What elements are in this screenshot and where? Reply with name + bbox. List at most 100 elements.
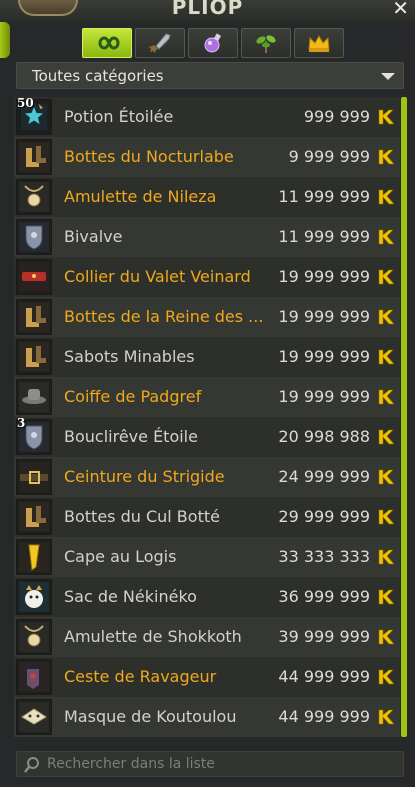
list-item[interactable]: Sabots Minables 19 999 999	[14, 337, 400, 377]
item-price: 999 999	[303, 107, 370, 126]
item-name: Ceste de Ravageur	[64, 667, 217, 686]
tab-resources[interactable]	[241, 28, 291, 58]
item-name: Bottes du Nocturlabe	[64, 147, 234, 166]
item-name: Sac de Nékinéko	[64, 587, 197, 606]
item-price: 11 999 999	[278, 187, 370, 206]
boots-icon	[19, 502, 49, 532]
amulet-icon	[19, 182, 49, 212]
tab-premium[interactable]	[294, 28, 344, 58]
chevron-down-icon	[381, 73, 395, 80]
tab-consumables[interactable]	[188, 28, 238, 58]
crown-icon	[308, 34, 330, 52]
tab-all[interactable]	[82, 28, 132, 58]
item-thumbnail	[16, 539, 52, 575]
item-thumbnail	[16, 459, 52, 495]
list-item[interactable]: Amulette de Shokkoth 39 999 999	[14, 617, 400, 657]
kama-icon	[376, 228, 395, 246]
item-name: Ceinture du Strigide	[64, 467, 225, 486]
kama-icon	[376, 148, 395, 166]
sword-icon	[149, 33, 171, 53]
list-item[interactable]: Masque de Koutoulou 44 999 999	[14, 697, 400, 737]
item-name: Bottes de la Reine des ...	[64, 307, 264, 326]
list-item[interactable]: 50 Potion Étoilée 999 999	[14, 97, 400, 137]
category-tabs	[82, 28, 344, 60]
kama-icon	[376, 708, 395, 726]
search-input[interactable]	[47, 753, 397, 775]
list-item[interactable]: Bottes du Cul Botté 29 999 999	[14, 497, 400, 537]
amulet-icon	[19, 622, 49, 652]
item-name: Masque de Koutoulou	[64, 707, 237, 726]
list-item[interactable]: Ceste de Ravageur 44 999 999	[14, 657, 400, 697]
cape-icon	[19, 542, 49, 572]
kama-icon	[376, 468, 395, 486]
item-price: 44 999 999	[278, 707, 370, 726]
mask-icon	[19, 702, 49, 732]
item-quantity: 3	[17, 416, 26, 430]
collar-icon	[19, 262, 49, 292]
item-thumbnail	[16, 259, 52, 295]
list-item[interactable]: 3 Bouclirêve Étoile 20 998 988	[14, 416, 400, 457]
item-name: Amulette de Shokkoth	[64, 627, 242, 646]
list-item[interactable]: Bivalve 11 999 999	[14, 217, 400, 257]
kama-icon	[376, 388, 395, 406]
item-thumbnail	[16, 139, 52, 175]
item-price: 20 998 988	[278, 427, 370, 446]
boots-icon	[19, 342, 49, 372]
plant-icon	[256, 35, 276, 53]
item-name: Sabots Minables	[64, 347, 195, 366]
list-item[interactable]: Ceinture du Strigide 24 999 999	[14, 457, 400, 497]
list-item[interactable]: Bottes du Nocturlabe 9 999 999	[14, 137, 400, 177]
item-thumbnail	[16, 339, 52, 375]
kama-icon	[376, 588, 395, 606]
item-name: Bivalve	[64, 227, 123, 246]
item-list: 50 Potion Étoilée 999 999 Bottes du Nocturl…	[14, 97, 400, 737]
item-name: Bouclirêve Étoile	[64, 427, 198, 446]
kama-icon	[376, 348, 395, 366]
kama-icon	[376, 668, 395, 686]
bag-icon	[19, 582, 49, 612]
item-quantity: 50	[17, 97, 34, 110]
item-name: Collier du Valet Veinard	[64, 267, 251, 286]
item-name: Coiffe de Padgref	[64, 387, 202, 406]
item-price: 39 999 999	[278, 627, 370, 646]
list-item[interactable]: Sac de Nékinéko 36 999 999	[14, 577, 400, 617]
list-item[interactable]: Bottes de la Reine des ... 19 999 999	[14, 297, 400, 337]
tab-equipment[interactable]	[135, 28, 185, 58]
list-item[interactable]: Amulette de Nileza 11 999 999	[14, 177, 400, 217]
list-scrollbar[interactable]	[400, 97, 408, 737]
close-icon[interactable]: ✕	[392, 0, 409, 20]
list-item[interactable]: Collier du Valet Veinard 19 999 999	[14, 257, 400, 297]
search-icon	[24, 757, 39, 773]
scrollbar-thumb[interactable]	[401, 97, 407, 737]
item-price: 36 999 999	[278, 587, 370, 606]
item-price: 24 999 999	[278, 467, 370, 486]
hat-icon	[19, 382, 49, 412]
belt-icon	[19, 462, 49, 492]
kama-icon	[376, 628, 395, 646]
boots-icon	[19, 142, 49, 172]
side-tab-handle[interactable]	[0, 22, 10, 58]
boots-icon	[19, 302, 49, 332]
item-price: 44 999 999	[278, 667, 370, 686]
item-name: Amulette de Nileza	[64, 187, 217, 206]
infinity-icon	[98, 36, 120, 50]
item-price: 19 999 999	[278, 387, 370, 406]
item-thumbnail	[16, 619, 52, 655]
item-thumbnail	[16, 219, 52, 255]
list-item[interactable]: Cape au Logis 33 333 333	[14, 537, 400, 577]
potion-icon	[204, 33, 222, 53]
item-price: 33 333 333	[278, 547, 370, 566]
window-header: PLIOP ✕	[0, 0, 415, 22]
kama-icon	[376, 268, 395, 286]
kama-icon	[376, 508, 395, 526]
category-select[interactable]: Toutes catégories	[16, 62, 404, 89]
item-thumbnail	[16, 299, 52, 335]
item-thumbnail	[16, 579, 52, 615]
window-title: PLIOP	[171, 0, 244, 19]
kama-icon	[376, 108, 395, 126]
search-box	[16, 751, 404, 777]
item-thumbnail	[16, 659, 52, 695]
item-thumbnail	[16, 499, 52, 535]
list-item[interactable]: Coiffe de Padgref 19 999 999	[14, 377, 400, 417]
glove-icon	[19, 662, 49, 692]
